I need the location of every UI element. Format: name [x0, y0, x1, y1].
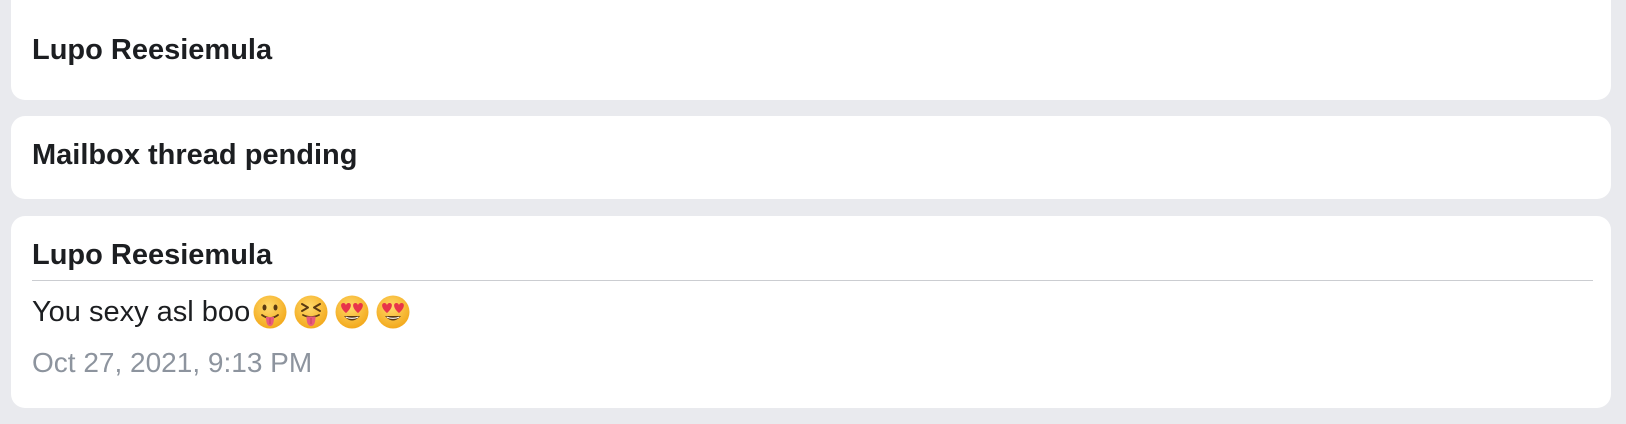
message-timestamp: Oct 27, 2021, 9:13 PM [32, 347, 313, 378]
thread-title: Mailbox thread pending [32, 139, 358, 171]
heart-eyes-icon [376, 295, 410, 329]
thread-card-partial: Lupo Reesiemula [11, 0, 1611, 100]
heart-eyes-icon [335, 295, 369, 329]
message-body: You sexy asl boo [32, 294, 411, 330]
divider [32, 280, 1593, 281]
thread-title: Lupo Reesiemula [32, 34, 273, 66]
squinting-face-with-tongue-icon [294, 295, 328, 329]
message-card: Lupo Reesiemula You sexy asl boo Oct 27,… [11, 216, 1611, 408]
thread-card-pending: Mailbox thread pending [11, 116, 1611, 199]
message-sender: Lupo Reesiemula [32, 239, 273, 271]
face-with-tongue-icon [253, 295, 287, 329]
message-text: You sexy asl boo [32, 296, 251, 328]
